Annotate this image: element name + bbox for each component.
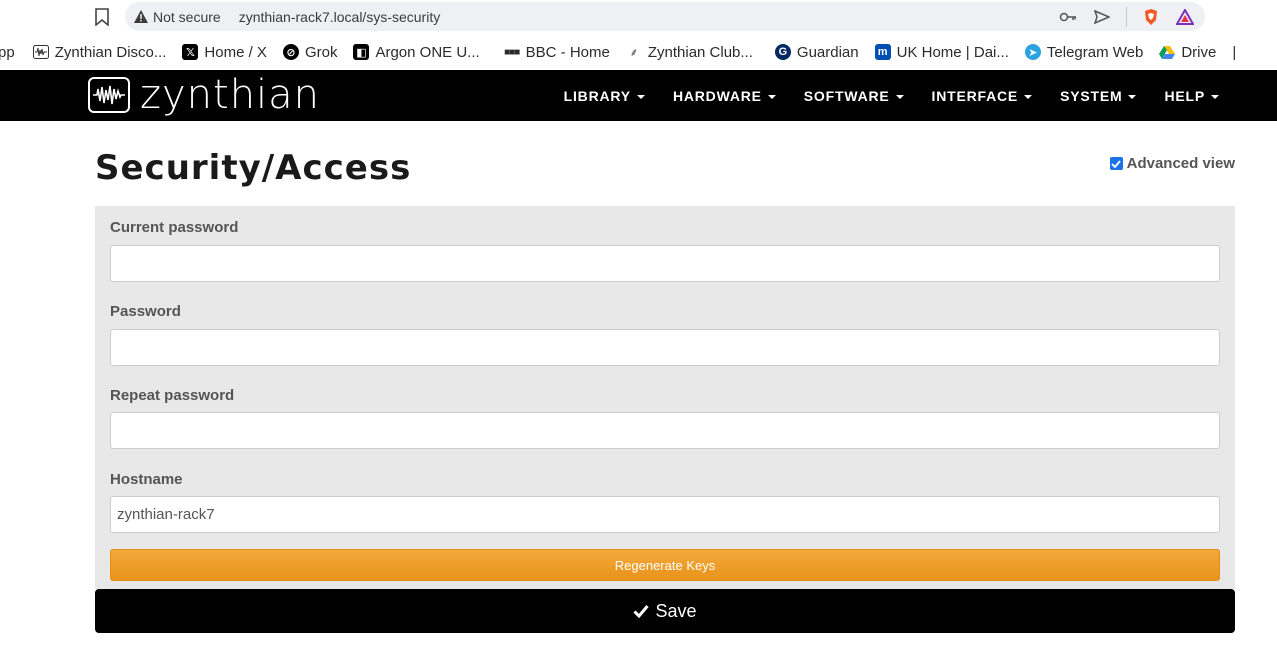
bookmark-grok[interactable]: ⊘ Grok	[282, 43, 338, 61]
bookmark-label: pp	[0, 43, 15, 61]
menu-software[interactable]: SOFTWARE	[804, 88, 904, 104]
page-title: Security/Access	[95, 148, 412, 188]
menu-label: SOFTWARE	[803, 87, 890, 104]
brave-shield-icon[interactable]	[1141, 7, 1161, 27]
bookmark-bbc[interactable]: ■■■ BBC - Home	[504, 44, 610, 61]
bookmark-label: Home / X	[204, 43, 267, 61]
address-bar-actions	[1058, 2, 1195, 31]
menu-hardware[interactable]: HARDWARE	[673, 88, 776, 104]
bookmark-label: Guardian	[796, 43, 859, 61]
bookmark-label: Drive	[1181, 43, 1217, 61]
menu-label: HELP	[1164, 87, 1205, 104]
password-label: Password	[110, 303, 181, 320]
hostname-label: Hostname	[110, 471, 183, 488]
caret-down-icon	[1024, 94, 1033, 99]
check-icon	[633, 604, 650, 618]
menu-label: INTERFACE	[931, 87, 1019, 104]
menu-label: SYSTEM	[1060, 87, 1123, 104]
bookmark-zynthian-club[interactable]: ⸙ Zynthian Club...	[626, 44, 753, 61]
caret-down-icon	[1128, 94, 1137, 99]
bookmark-label: UK Home | Dai...	[896, 43, 1009, 61]
bookmark-label: Zynthian Disco...	[54, 43, 167, 61]
send-icon[interactable]	[1092, 7, 1112, 27]
bookmarks-more[interactable]: |	[1232, 44, 1236, 61]
zynthian-icon	[32, 44, 49, 60]
bbc-icon: ■■■	[504, 46, 520, 58]
bookmark-drive[interactable]: Drive	[1159, 44, 1216, 61]
guardian-icon: G	[774, 44, 791, 60]
caret-down-icon	[1211, 94, 1219, 99]
zynthian-club-icon: ⸙	[629, 46, 638, 59]
security-indicator[interactable]: Not secure	[153, 9, 221, 25]
caret-down-icon	[767, 94, 776, 99]
zynthian-waveform-icon	[88, 77, 130, 113]
bookmark-zynthian-discourse[interactable]: Zynthian Disco...	[32, 43, 167, 61]
bookmark-label: Argon ONE U...	[375, 43, 480, 61]
bookmarks-bar: pp Zynthian Disco... 𝕏 Home / X ⊘ Grok ◧…	[0, 34, 1277, 70]
advanced-view-toggle[interactable]: Advanced view	[1109, 155, 1235, 172]
menu-label: LIBRARY	[563, 87, 631, 104]
bookmark-label: Grok	[304, 43, 338, 61]
browser-toolbar: Not secure zynthian-rack7.local/sys-secu…	[0, 0, 1277, 34]
warning-icon[interactable]	[133, 9, 149, 25]
current-password-input[interactable]	[110, 245, 1220, 282]
bookmark-label: Zynthian Club...	[647, 43, 753, 61]
security-form: Current password Password Repeat passwor…	[95, 206, 1235, 589]
caret-down-icon	[895, 94, 904, 99]
zynthian-logo[interactable]: zynthian	[88, 72, 321, 118]
menu-label: HARDWARE	[672, 87, 762, 104]
grok-icon: ⊘	[282, 44, 299, 60]
address-bar[interactable]: Not secure zynthian-rack7.local/sys-secu…	[125, 2, 1205, 31]
url-text[interactable]: zynthian-rack7.local/sys-security	[239, 9, 441, 25]
telegram-icon: ➤	[1024, 44, 1041, 60]
save-label: Save	[655, 600, 697, 621]
bookmark-telegram[interactable]: ➤ Telegram Web	[1024, 43, 1144, 61]
menu-system[interactable]: SYSTEM	[1060, 87, 1137, 104]
site-navbar: zynthian LIBRARY HARDWARE SOFTWARE INTER…	[0, 70, 1277, 121]
key-icon[interactable]	[1058, 7, 1078, 27]
caret-down-icon	[636, 94, 645, 99]
menu-library[interactable]: LIBRARY	[564, 88, 645, 104]
drive-icon	[1159, 44, 1176, 60]
regenerate-keys-button[interactable]: Regenerate Keys	[110, 549, 1220, 581]
argon-icon: ◧	[353, 44, 370, 60]
x-icon: 𝕏	[182, 44, 199, 60]
repeat-password-input[interactable]	[110, 412, 1220, 449]
menu-interface[interactable]: INTERFACE	[932, 88, 1033, 104]
hostname-input[interactable]	[110, 496, 1220, 533]
brave-rewards-icon[interactable]	[1175, 7, 1195, 27]
logo-text: zynthian	[140, 72, 321, 118]
bookmark-app[interactable]: pp	[0, 44, 15, 61]
dailymail-icon: m	[874, 44, 891, 60]
bookmark-star-icon[interactable]	[92, 6, 112, 28]
bookmark-argon[interactable]: ◧ Argon ONE U...	[353, 43, 480, 61]
repeat-password-label: Repeat password	[110, 387, 235, 404]
bookmark-dailymail[interactable]: m UK Home | Dai...	[874, 43, 1009, 61]
password-input[interactable]	[110, 329, 1220, 366]
bookmark-x[interactable]: 𝕏 Home / X	[182, 44, 267, 61]
advanced-view-checkbox[interactable]	[1109, 157, 1123, 170]
bookmark-label: Telegram Web	[1046, 43, 1144, 61]
advanced-view-label: Advanced view	[1126, 155, 1235, 172]
save-button[interactable]: Save	[95, 589, 1235, 633]
main-menu: LIBRARY HARDWARE SOFTWARE INTERFACE SYST…	[564, 70, 1219, 121]
current-password-label: Current password	[110, 219, 239, 236]
separator	[1126, 6, 1127, 27]
bookmark-label: BBC - Home	[525, 43, 610, 61]
menu-help[interactable]: HELP	[1164, 88, 1219, 104]
bookmark-guardian[interactable]: G Guardian	[774, 43, 859, 61]
